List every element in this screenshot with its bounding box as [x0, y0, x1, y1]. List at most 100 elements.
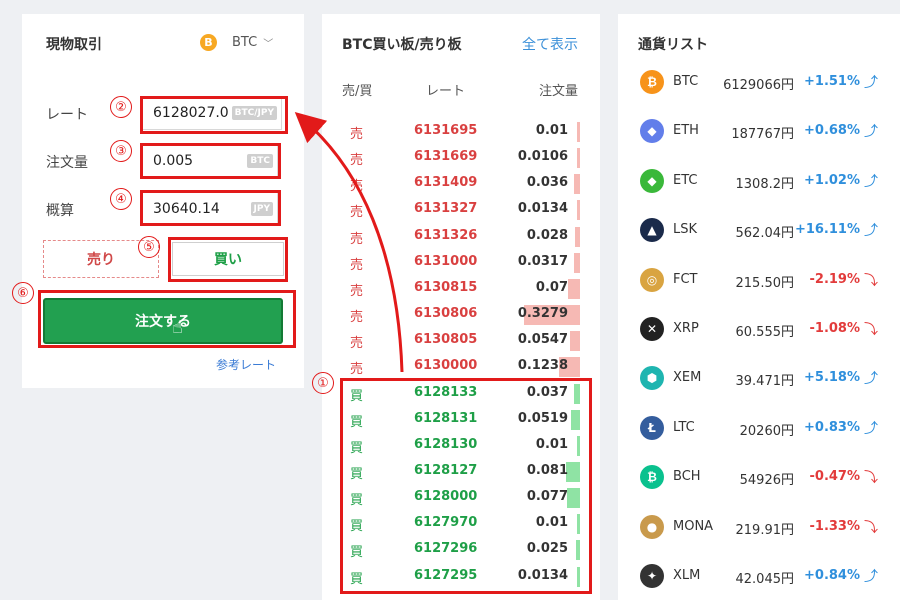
bid-row[interactable]: 買 6127296 0.025: [322, 537, 600, 563]
qty-value: 0.0317: [517, 253, 568, 269]
buy-button[interactable]: 買い: [172, 242, 284, 276]
nem-icon: ⬢: [640, 366, 664, 391]
currency-row-eth[interactable]: ◆ ETH 187767円 +0.68% ⤴: [618, 107, 900, 156]
side-label: 売: [350, 127, 364, 142]
depth-bar: [568, 278, 580, 299]
rate-value: 6128133: [414, 384, 478, 400]
col-rate-header: レート: [426, 84, 466, 99]
rate-unit-badge: BTC/JPY: [231, 106, 277, 120]
side-label: 売: [350, 153, 364, 169]
ask-row[interactable]: 売 6130815 0.07: [322, 276, 600, 302]
side-label: 売: [350, 205, 364, 221]
rate-input-value: 6128027.0: [153, 105, 229, 121]
currency-row-mona[interactable]: ● MONA 219.91円 -1.33% ⤵: [618, 503, 900, 552]
ask-row[interactable]: 売 6131326 0.028: [322, 224, 600, 250]
currency-row-fct[interactable]: ◎ FCT 215.50円 -2.19% ⤵: [618, 256, 900, 305]
rate-value: 6131669: [414, 149, 478, 165]
estimate-field: 30640.14 JPY: [142, 192, 278, 226]
currency-row-etc[interactable]: ◆ ETC 1308.2円 +1.02% ⤴: [618, 157, 900, 206]
currency-change: -1.33%: [809, 518, 861, 534]
side-label: 買: [350, 440, 364, 456]
currency-row-btc[interactable]: ₿ BTC 6129066円 +1.51% ⤴: [618, 58, 900, 107]
ask-row[interactable]: 売 6131695 0.01: [322, 119, 600, 145]
coin-selector[interactable]: B BTC ﹀: [200, 34, 273, 51]
side-label: 買: [350, 388, 364, 404]
estimate-label: 概算: [46, 203, 74, 219]
coin-selector-label: BTC: [232, 35, 258, 50]
bid-row[interactable]: 買 6128133 0.037: [322, 381, 600, 407]
ripple-icon: ✕: [640, 317, 664, 341]
currency-row-xlm[interactable]: ✦ XLM 42.045円 +0.84% ⤴: [618, 552, 900, 600]
currency-symbol: BTC: [673, 74, 699, 89]
reference-rate-link[interactable]: 参考レート: [216, 356, 276, 373]
qty-value: 0.0134: [517, 201, 568, 217]
spot-trade-panel: 現物取引 B BTC ﹀ レート 6128027.0 BTC/JPY 注文量 0…: [22, 14, 304, 388]
currency-row-lsk[interactable]: ▲ LSK 562.04円 +16.11% ⤴: [618, 206, 900, 255]
trend-down-icon: ⤵: [864, 322, 878, 338]
side-label: 売: [350, 283, 364, 299]
trend-up-icon: ⤴: [864, 223, 878, 240]
side-label: 売: [350, 231, 364, 247]
hand-cursor-icon: ☝: [172, 317, 183, 338]
side-label: 売: [350, 257, 364, 273]
currency-symbol: MONA: [673, 518, 714, 534]
bid-row[interactable]: 買 6128131 0.0519: [322, 407, 600, 433]
qty-value: 0.01: [535, 123, 568, 138]
depth-bar: [574, 226, 580, 247]
currency-price: 215.50円: [735, 275, 795, 291]
currency-price: 54926円: [739, 473, 794, 489]
currency-price: 60.555円: [735, 325, 795, 340]
rate-value: 6130806: [414, 306, 478, 322]
ask-row[interactable]: 売 6131000 0.0317: [322, 250, 600, 276]
qty-value: 0.081: [526, 462, 568, 478]
currency-row-ltc[interactable]: Ł LTC 20260円 +0.83% ⤴: [618, 404, 900, 453]
ask-row[interactable]: 売 6131327 0.0134: [322, 197, 600, 223]
bid-row[interactable]: 買 6127295 0.0134: [322, 564, 600, 590]
trend-up-icon: ⤴: [864, 173, 878, 190]
ask-row[interactable]: 売 6130805 0.0547: [322, 328, 600, 354]
depth-bar: [566, 461, 580, 482]
depth-bar: [577, 514, 580, 535]
ask-row[interactable]: 売 6131409 0.036: [322, 171, 600, 197]
depth-bar: [573, 174, 580, 195]
rate-value: 6128127: [414, 462, 478, 478]
qty-value: 0.028: [526, 227, 568, 243]
rate-input[interactable]: 6128027.0 BTC/JPY: [142, 96, 282, 130]
bid-row[interactable]: 買 6127970 0.01: [322, 511, 600, 537]
litecoin-icon: Ł: [640, 415, 664, 440]
side-label: 買: [350, 493, 364, 509]
bitcoin-icon: ₿: [640, 70, 664, 94]
ask-row[interactable]: 売 6130000 0.1238: [322, 354, 600, 380]
stellar-icon: ✦: [640, 564, 664, 588]
qty-label: 注文量: [46, 155, 88, 171]
depth-bar: [566, 488, 580, 509]
qty-value: 0.037: [526, 384, 568, 400]
currency-row-bch[interactable]: ₿ BCH 54926円 -0.47% ⤵: [618, 453, 900, 502]
show-all-link[interactable]: 全て表示: [522, 34, 578, 54]
rate-value: 6127296: [414, 541, 478, 557]
col-qty-header: 注文量: [538, 84, 578, 99]
bid-row[interactable]: 買 6128130 0.01: [322, 433, 600, 459]
depth-bar: [570, 331, 580, 352]
bid-row[interactable]: 買 6128000 0.077: [322, 485, 600, 511]
currency-row-xrp[interactable]: ✕ XRP 60.555円 -1.08% ⤵: [618, 305, 900, 354]
monacoin-icon: ●: [640, 514, 664, 539]
ask-row[interactable]: 売 6130806 0.3279: [322, 302, 600, 328]
depth-bar: [577, 148, 580, 169]
qty-input[interactable]: 0.005 BTC: [142, 144, 278, 178]
side-label: 売: [350, 179, 364, 195]
place-order-button[interactable]: 注文する: [43, 298, 283, 344]
order-book-title: BTC買い板/売り板: [342, 37, 462, 53]
qty-value: 0.036: [526, 175, 568, 191]
bid-row[interactable]: 買 6128127 0.081: [322, 459, 600, 485]
side-label: 買: [350, 519, 364, 535]
qty-value: 0.0106: [517, 149, 568, 165]
marker-4: ④: [110, 188, 132, 210]
ask-row[interactable]: 売 6131669 0.0106: [322, 145, 600, 171]
rate-value: 6128131: [414, 410, 478, 426]
currency-change: +1.51%: [804, 74, 860, 89]
currency-price: 6129066円: [723, 78, 794, 93]
currency-row-xem[interactable]: ⬢ XEM 39.471円 +5.18% ⤴: [618, 354, 900, 403]
side-label: 買: [350, 545, 364, 561]
currency-price: 20260円: [739, 423, 794, 439]
